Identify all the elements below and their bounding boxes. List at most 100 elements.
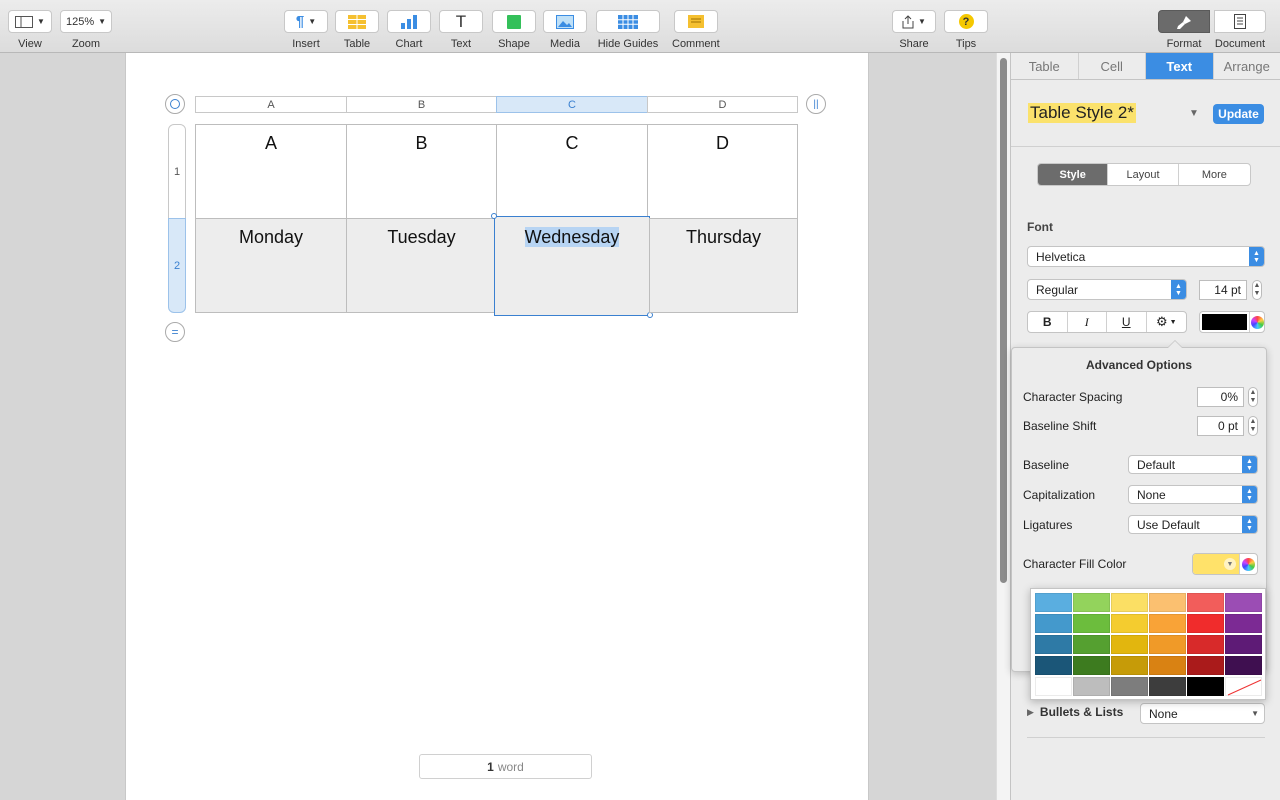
insert-control[interactable]: ¶ ▼ Insert [284,10,328,50]
color-swatch[interactable] [1073,677,1110,696]
table-cell[interactable]: Tuesday [346,218,497,313]
color-swatch[interactable] [1111,614,1148,633]
segment-layout[interactable]: Layout [1108,164,1179,185]
color-swatch[interactable] [1111,593,1148,612]
color-swatch[interactable] [1035,677,1072,696]
format-button[interactable] [1158,10,1210,33]
selected-text[interactable]: Wednesday [524,227,620,247]
document-button[interactable] [1214,10,1266,33]
insert-button[interactable]: ¶ ▼ [284,10,328,33]
scrollbar-thumb[interactable] [1000,58,1007,583]
color-swatch[interactable] [1225,614,1262,633]
table-button[interactable] [335,10,379,33]
no-color-swatch[interactable] [1225,677,1262,696]
color-swatch[interactable] [1225,656,1262,675]
color-swatch[interactable] [1035,614,1072,633]
baseline-popup[interactable]: Default ▲ ▼ [1128,455,1258,474]
chart-control[interactable]: Chart [387,10,431,50]
tab-cell[interactable]: Cell [1079,53,1146,79]
text-color-well[interactable] [1199,311,1265,333]
update-button[interactable]: Update [1213,104,1264,124]
hide-guides-control[interactable]: Hide Guides [596,10,660,50]
font-size-field[interactable]: 14 pt [1199,280,1247,300]
bullets-lists-popup[interactable]: None ▼ [1140,703,1265,724]
word-count[interactable]: 1 word [419,754,592,779]
text-color-swatch[interactable] [1202,314,1247,330]
color-swatch[interactable] [1035,635,1072,654]
color-swatch[interactable] [1225,593,1262,612]
font-weight-popup[interactable]: Regular ▲ ▼ [1027,279,1187,300]
row-header-1[interactable]: 1 [168,124,186,219]
table-cell[interactable]: Thursday [649,218,798,313]
fill-color-swatch[interactable]: ▼ [1193,554,1239,574]
color-swatch[interactable] [1073,593,1110,612]
view-button[interactable]: ▼ [8,10,52,33]
add-column-handle[interactable]: || [806,94,826,114]
color-swatch[interactable] [1187,614,1224,633]
table-cell[interactable]: A [195,124,347,219]
hide-guides-button[interactable] [596,10,660,33]
column-header-d[interactable]: D [647,96,798,113]
color-wheel-icon[interactable] [1249,312,1264,332]
color-swatch[interactable] [1187,593,1224,612]
fill-color-well[interactable]: ▼ [1192,553,1258,575]
color-swatch[interactable] [1187,635,1224,654]
baseline-shift-field[interactable]: 0 pt [1197,416,1244,436]
color-swatch[interactable] [1035,593,1072,612]
cell-selection-handle[interactable] [491,213,497,219]
tab-text[interactable]: Text [1146,53,1214,79]
color-swatch[interactable] [1149,614,1186,633]
color-swatch[interactable] [1187,656,1224,675]
advanced-options-button[interactable]: ⚙ ▼ [1147,312,1186,332]
table-cell[interactable]: B [346,124,497,219]
ligatures-popup[interactable]: Use Default ▲ ▼ [1128,515,1258,534]
tips-control[interactable]: ? Tips [944,10,988,50]
format-control[interactable]: Format [1158,10,1210,50]
style-name[interactable]: Table Style 2* [1028,103,1136,123]
color-swatch[interactable] [1073,635,1110,654]
color-swatch[interactable] [1035,656,1072,675]
share-control[interactable]: ▼ Share [892,10,936,50]
color-swatch[interactable] [1111,656,1148,675]
style-name-control[interactable]: Table Style 2* [1028,101,1136,125]
add-row-handle[interactable]: = [165,322,185,342]
italic-button[interactable]: I [1068,312,1107,332]
media-button[interactable] [543,10,587,33]
table-control[interactable]: Table [335,10,379,50]
tips-button[interactable]: ? [944,10,988,33]
color-swatch[interactable] [1225,635,1262,654]
text-control[interactable]: T Text [439,10,483,50]
triangle-down-icon[interactable]: ▼ [1189,108,1199,119]
color-swatch[interactable] [1149,593,1186,612]
table-cell[interactable]: C [496,124,648,219]
shape-button[interactable] [492,10,536,33]
baseline-shift-stepper[interactable]: ▲ ▼ [1248,416,1258,436]
chart-button[interactable] [387,10,431,33]
column-header-a[interactable]: A [195,96,347,113]
color-swatch[interactable] [1111,677,1148,696]
zoom-control[interactable]: 125% ▼ Zoom [60,10,112,50]
bold-button[interactable]: B [1028,312,1068,332]
char-spacing-stepper[interactable]: ▲ ▼ [1248,387,1258,407]
column-header-c[interactable]: C [496,96,648,113]
tab-table[interactable]: Table [1011,53,1079,79]
row-header-2[interactable]: 2 [168,218,186,313]
column-header-b[interactable]: B [346,96,497,113]
bullets-lists-disclosure[interactable]: ▶ Bullets & Lists [1027,705,1123,719]
table-select-handle[interactable] [165,94,185,114]
table-cell[interactable]: D [647,124,798,219]
segment-style[interactable]: Style [1038,164,1109,185]
view-control[interactable]: ▼ View [8,10,52,50]
document-control[interactable]: Document [1214,10,1266,50]
capitalization-popup[interactable]: None ▲ ▼ [1128,485,1258,504]
text-button[interactable]: T [439,10,483,33]
color-swatch[interactable] [1073,656,1110,675]
media-control[interactable]: Media [543,10,587,50]
table-cell[interactable]: Monday [195,218,347,313]
font-size-stepper[interactable]: ▲ ▼ [1252,280,1262,300]
share-button[interactable]: ▼ [892,10,936,33]
color-swatch[interactable] [1149,635,1186,654]
color-wheel-icon[interactable] [1239,554,1257,574]
style-layout-more-segment[interactable]: Style Layout More [1037,163,1251,186]
underline-button[interactable]: U [1107,312,1147,332]
